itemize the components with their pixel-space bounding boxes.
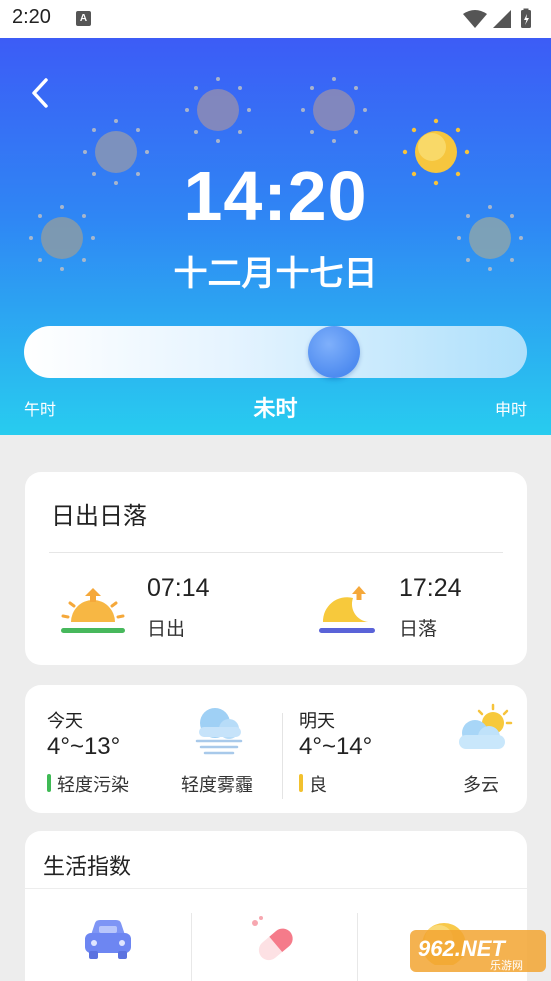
card-title: 生活指数 — [43, 855, 132, 880]
sunset-label: 日落 — [399, 618, 438, 640]
air-quality: 轻度污染 — [47, 771, 129, 797]
current-date: 十二月十七日 — [173, 254, 378, 294]
air-quality-label: 良 — [309, 775, 327, 796]
wifi-icon — [463, 10, 487, 28]
sun-position-icon — [301, 77, 367, 143]
sunset-time: 17:24 — [399, 574, 462, 602]
svg-text:962.NET: 962.NET — [418, 936, 506, 961]
sunrise-label: 日出 — [147, 618, 186, 640]
forecast-today[interactable]: 今天 4°~13° 轻度污染 轻度雾霾 — [25, 685, 282, 813]
air-quality: 良 — [299, 771, 327, 797]
forecast-condition: 多云 — [463, 775, 499, 796]
back-icon[interactable] — [26, 76, 56, 110]
air-quality-label: 轻度污染 — [57, 775, 129, 796]
forecast-day: 明天 — [299, 711, 335, 732]
time-slider[interactable] — [24, 326, 527, 378]
sunset-icon — [319, 586, 375, 633]
divider — [191, 913, 192, 981]
divider — [49, 552, 503, 553]
forecast-temp: 4°~14° — [299, 733, 373, 760]
air-quality-indicator — [47, 774, 51, 792]
notification-icon: A — [76, 11, 91, 26]
watermark-logo: 962.NET 乐游网 — [410, 930, 546, 972]
sunrise-icon — [61, 588, 125, 633]
sunrise-sunset-card: 日出日落 07:14 日出 17:24 日落 — [25, 472, 527, 665]
card-title: 日出日落 — [51, 502, 147, 530]
sun-position-icon — [185, 77, 251, 143]
status-time: 2:20 — [12, 6, 51, 28]
forecast-condition: 轻度雾霾 — [181, 775, 253, 796]
slider-current-label: 未时 — [253, 397, 298, 422]
hero-header: 14:20 十二月十七日 午时 未时 申时 — [0, 38, 551, 435]
forecast-day: 今天 — [47, 711, 83, 732]
car-icon[interactable] — [81, 917, 135, 965]
status-bar: 2:20 A — [0, 0, 551, 38]
haze-icon — [195, 708, 243, 755]
slider-knob[interactable] — [308, 326, 360, 378]
sunrise-time: 07:14 — [147, 574, 210, 602]
svg-text:乐游网: 乐游网 — [490, 959, 523, 972]
forecast-card[interactable]: 今天 4°~13° 轻度污染 轻度雾霾 明天 4°~14° 良 多云 — [25, 685, 527, 813]
partly-cloudy-icon — [459, 703, 513, 749]
divider — [357, 913, 358, 981]
slider-next-label: 申时 — [494, 400, 527, 419]
forecast-temp: 4°~13° — [47, 733, 121, 760]
air-quality-indicator — [299, 774, 303, 792]
forecast-tomorrow[interactable]: 明天 4°~14° 良 多云 — [283, 685, 527, 813]
signal-icon — [493, 10, 511, 28]
pill-icon[interactable] — [245, 915, 299, 965]
divider — [25, 888, 527, 889]
current-time: 14:20 — [183, 157, 368, 235]
status-icons — [463, 8, 531, 28]
